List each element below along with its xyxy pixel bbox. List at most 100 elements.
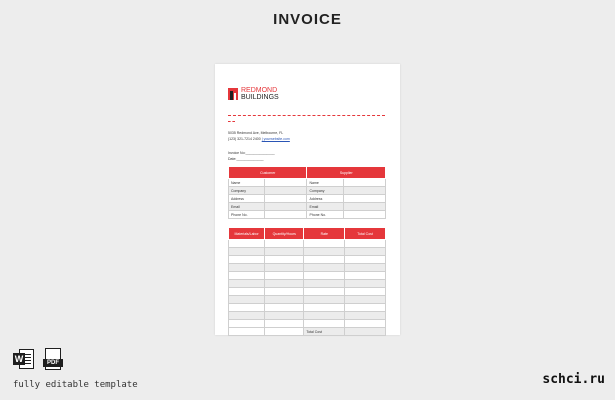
table-cell <box>227 247 266 256</box>
word-file-icon: W <box>13 348 36 370</box>
table-cell <box>303 255 346 264</box>
table-cell <box>227 287 266 296</box>
table-cell <box>264 255 305 264</box>
pdf-file-icon: PDF <box>43 348 63 371</box>
table-cell <box>303 295 346 304</box>
company-address: 5035 Redmond Ave, Melbourne, FL <box>228 131 284 135</box>
customer-field-label: Phone No. <box>227 210 266 219</box>
table-row <box>227 247 386 256</box>
field-value-cell <box>342 202 387 211</box>
contact-line: (123) 321-7214 2400 | yourwebsite.com <box>228 137 290 141</box>
table-cell <box>264 327 305 336</box>
table-cell <box>264 319 305 328</box>
table-cell <box>227 279 266 288</box>
field-value-cell <box>264 194 308 203</box>
table-row <box>227 295 386 304</box>
field-value-cell <box>264 186 308 195</box>
invoice-number-field: Invoice No:_______________ <box>228 151 275 155</box>
customer-field-label: Name <box>227 178 266 187</box>
customer-field-label: Email <box>227 202 266 211</box>
field-value-cell <box>342 186 387 195</box>
field-value-cell <box>342 178 387 187</box>
table-row <box>227 311 386 320</box>
page-title: INVOICE <box>273 11 342 28</box>
table-row <box>227 263 386 272</box>
total-row: Total Cost <box>227 327 386 336</box>
table-cell <box>264 247 305 256</box>
table-cell <box>303 303 346 312</box>
table-cell <box>227 295 266 304</box>
table-cell <box>303 287 346 296</box>
divider-short <box>228 121 235 122</box>
divider <box>228 115 385 116</box>
table-row <box>227 255 386 264</box>
table-cell <box>264 287 305 296</box>
table-cell <box>227 327 266 336</box>
table-row: Phone No. Phone No. <box>227 210 387 219</box>
table-cell <box>264 271 305 280</box>
items-table: Materials/Labor Quantity/Hours Rate Tota… <box>227 227 386 336</box>
table-cell <box>344 271 386 280</box>
table-cell <box>227 255 266 264</box>
table-cell <box>303 247 346 256</box>
table-cell <box>344 279 386 288</box>
table-row: Name Name <box>227 178 387 187</box>
brand-name-line2: BUILDINGS <box>241 94 279 101</box>
supplier-field-label: Address <box>306 194 344 203</box>
table-row <box>227 303 386 312</box>
field-value-cell <box>264 202 308 211</box>
table-cell <box>227 311 266 320</box>
table-cell <box>344 263 386 272</box>
field-value-cell <box>264 210 308 219</box>
building-logo-icon <box>228 88 238 100</box>
table-row <box>227 279 386 288</box>
table-row <box>227 239 386 248</box>
customer-header: Customer <box>227 166 308 179</box>
customer-field-label: Company <box>227 186 266 195</box>
items-header-quantity: Quantity/Hours <box>264 227 305 240</box>
table-cell <box>264 263 305 272</box>
table-cell <box>344 319 386 328</box>
supplier-header: Supplier <box>306 166 386 179</box>
company-logo: REDMOND BUILDINGS <box>228 87 279 101</box>
table-cell <box>227 303 266 312</box>
table-cell <box>264 295 305 304</box>
supplier-field-label: Phone No. <box>306 210 344 219</box>
table-cell <box>264 279 305 288</box>
total-label: Total Cost <box>303 327 346 336</box>
invoice-date-field: Date:______________ <box>228 157 264 161</box>
table-row <box>227 319 386 328</box>
supplier-field-label: Email <box>306 202 344 211</box>
brand-name-line1: REDMOND <box>241 87 278 94</box>
format-icons: W PDF <box>13 348 63 371</box>
site-watermark: schci.ru <box>542 372 605 387</box>
table-cell <box>344 295 386 304</box>
table-row: Address Address <box>227 194 387 203</box>
customer-field-label: Address <box>227 194 266 203</box>
table-cell <box>264 239 305 248</box>
field-value-cell <box>342 210 387 219</box>
table-cell <box>303 263 346 272</box>
supplier-field-label: Name <box>306 178 344 187</box>
table-cell <box>227 319 266 328</box>
table-cell <box>344 239 386 248</box>
word-badge: W <box>13 353 25 365</box>
table-cell <box>264 303 305 312</box>
table-cell <box>344 327 386 336</box>
table-cell <box>303 271 346 280</box>
table-cell <box>303 319 346 328</box>
items-header-materials: Materials/Labor <box>227 227 266 240</box>
table-cell <box>344 287 386 296</box>
invoice-document-preview: REDMOND BUILDINGS 5035 Redmond Ave, Melb… <box>215 64 400 336</box>
table-cell <box>227 271 266 280</box>
pdf-badge: PDF <box>43 359 63 367</box>
table-row <box>227 271 386 280</box>
items-header-total: Total Cost <box>344 227 386 240</box>
table-row <box>227 287 386 296</box>
table-cell <box>227 239 266 248</box>
field-value-cell <box>342 194 387 203</box>
table-row: Company Company <box>227 186 387 195</box>
table-cell <box>344 303 386 312</box>
table-cell <box>264 311 305 320</box>
table-cell <box>344 311 386 320</box>
